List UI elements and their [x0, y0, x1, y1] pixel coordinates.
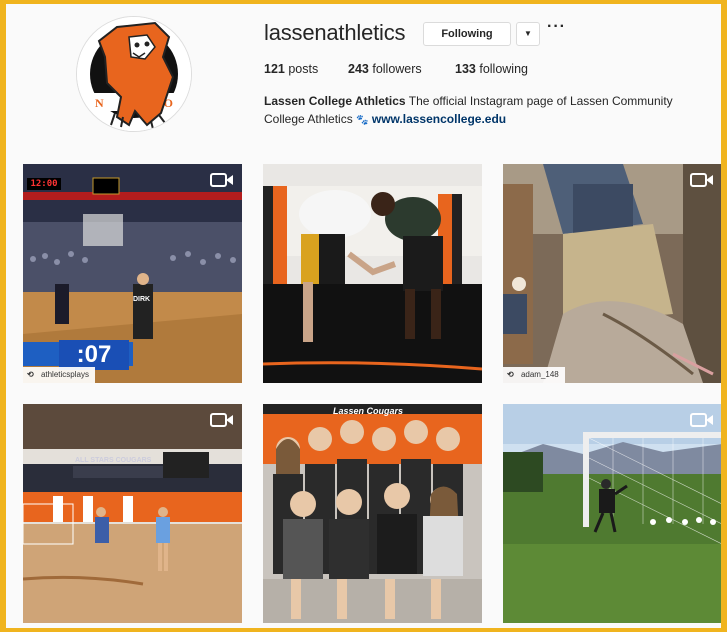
repost-icon: ⟲ — [507, 370, 514, 379]
cougar-logo-icon: N CO — [77, 17, 191, 131]
following-button[interactable]: Following — [423, 22, 511, 46]
video-camera-icon — [210, 413, 233, 427]
repost-credit: ⟲ athleticsplays — [23, 367, 95, 383]
post-tile-1[interactable]: 12:00 DIRK :07 ⟲ athleticsplays — [23, 164, 242, 383]
scoreboard-clock: 12:00 — [27, 178, 61, 190]
post-tile-6[interactable] — [503, 404, 721, 623]
shot-clock-overlay: :07 — [59, 340, 129, 370]
video-camera-icon — [690, 413, 713, 427]
volleyball-photo — [23, 404, 242, 623]
followers-stat[interactable]: 243 followers — [348, 62, 422, 76]
paw-prints-icon: 🐾 — [356, 115, 369, 126]
ellipsis-icon: ··· — [547, 18, 566, 35]
following-label: following — [479, 62, 528, 76]
followers-label: followers — [372, 62, 422, 76]
team-photo — [263, 404, 482, 623]
posts-label: posts — [288, 62, 319, 76]
following-count: 133 — [455, 62, 476, 76]
video-camera-icon — [210, 173, 233, 187]
post-tile-3[interactable]: ⟲ adam_148 — [503, 164, 721, 383]
posts-count: 121 — [264, 62, 285, 76]
bio-website-link[interactable]: www.lassencollege.edu — [372, 112, 506, 126]
profile-bio: Lassen College Athletics The official In… — [264, 92, 694, 130]
post-tile-4[interactable]: ALL STARS COUGARS — [23, 404, 242, 623]
wrestling-photo — [263, 164, 482, 383]
chevron-down-icon: ▼ — [524, 29, 532, 38]
post-tile-2[interactable] — [263, 164, 482, 383]
following-stat[interactable]: 133 following — [455, 62, 528, 76]
profile-avatar[interactable]: N CO — [76, 16, 192, 132]
profile-full-name: Lassen College Athletics — [264, 94, 406, 108]
repost-credit: ⟲ adam_148 — [503, 367, 565, 383]
repost-icon: ⟲ — [27, 370, 34, 379]
more-options-button[interactable]: ··· — [547, 18, 566, 36]
soccer-photo — [503, 404, 721, 623]
repost-username: adam_148 — [520, 370, 559, 379]
gym-banner: ALL STARS COUGARS — [75, 457, 152, 464]
profile-username: lassenathletics — [264, 20, 406, 45]
suggestions-dropdown-button[interactable]: ▼ — [516, 22, 540, 46]
team-banner: Lassen Cougars — [333, 406, 404, 416]
jersey-name: DIRK — [133, 296, 151, 303]
svg-text:N: N — [95, 96, 104, 110]
post-tile-5[interactable]: Lassen Cougars — [263, 404, 482, 623]
arena-photo — [23, 164, 242, 383]
posts-stat: 121 posts — [264, 62, 318, 76]
instagram-profile-page: N CO lassenathletics Following ▼ ··· 121… — [6, 4, 721, 628]
rodeo-photo — [503, 164, 721, 383]
repost-username: athleticsplays — [40, 370, 89, 379]
video-camera-icon — [690, 173, 713, 187]
followers-count: 243 — [348, 62, 369, 76]
